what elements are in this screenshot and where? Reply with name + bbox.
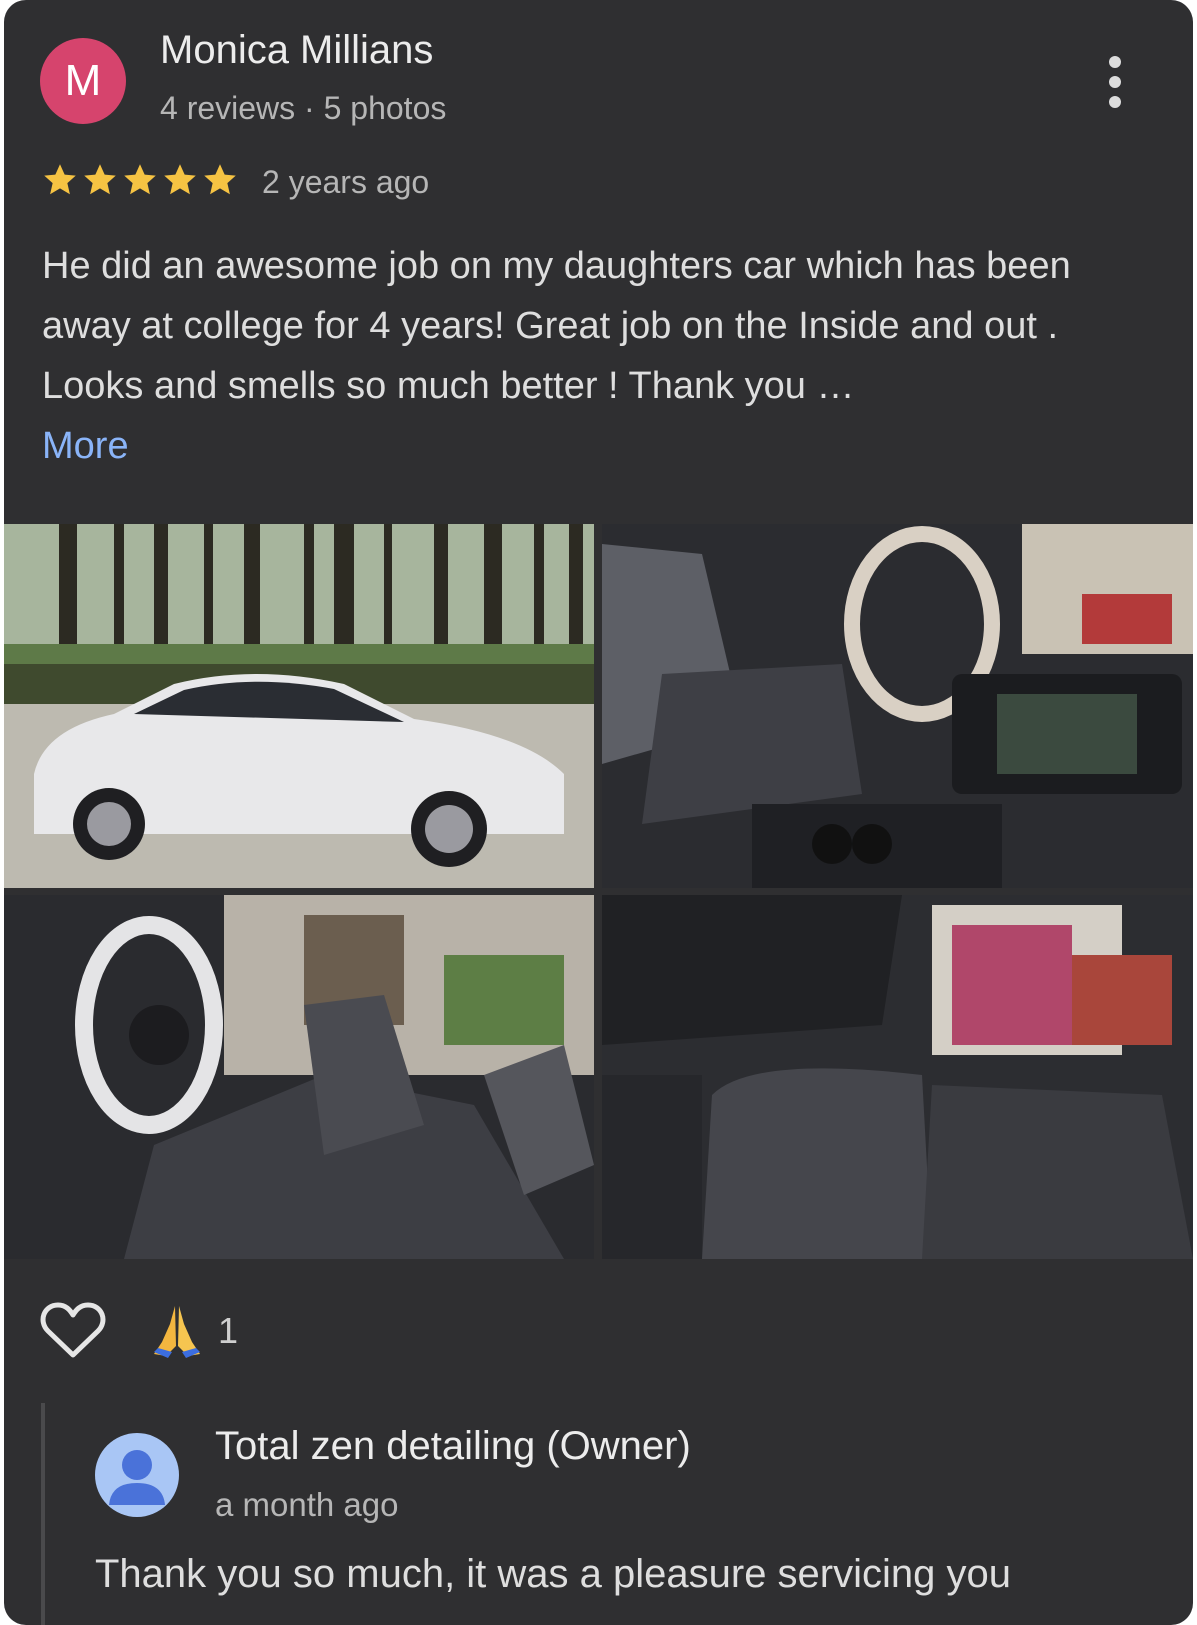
more-options-icon[interactable] — [1102, 52, 1128, 112]
star-icon — [204, 163, 236, 194]
star-icon — [44, 163, 76, 194]
steering-wheel-photo — [4, 895, 594, 1259]
author-name[interactable]: Monica Millians — [160, 28, 433, 73]
review-photo[interactable] — [602, 895, 1193, 1259]
author-avatar[interactable]: M — [40, 38, 126, 124]
author-meta: 4 reviews · 5 photos — [160, 90, 447, 126]
avatar-letter: M — [64, 56, 102, 105]
praying-hands-icon[interactable] — [148, 1302, 206, 1360]
reply-divider — [41, 1403, 45, 1625]
heart-outline-icon[interactable] — [40, 1301, 106, 1361]
car-interior-front-photo — [602, 524, 1193, 888]
owner-reply-time: a month ago — [215, 1486, 399, 1523]
review-photo[interactable] — [602, 524, 1193, 888]
star-icon — [84, 163, 116, 194]
review-card: M Monica Millians 4 reviews · 5 photos 2… — [4, 0, 1193, 1625]
owner-avatar[interactable] — [95, 1433, 179, 1517]
owner-reply-text: Thank you so much, it was a pleasure ser… — [95, 1552, 1011, 1596]
star-icon — [124, 163, 156, 194]
rear-seat-photo — [602, 895, 1193, 1259]
review-photo[interactable] — [4, 895, 594, 1259]
photo-grid — [4, 524, 1193, 1259]
review-photo[interactable] — [4, 524, 594, 888]
car-exterior-photo — [4, 524, 594, 888]
rating-row: 2 years ago — [42, 160, 429, 204]
owner-name: Total zen detailing (Owner) — [215, 1424, 691, 1468]
reactions-row: 1 — [40, 1298, 238, 1364]
review-time: 2 years ago — [262, 163, 430, 200]
review-text: He did an awesome job on my daughters ca… — [42, 236, 1152, 476]
person-icon — [109, 1450, 165, 1505]
review-body: He did an awesome job on my daughters ca… — [42, 245, 1071, 407]
reaction-count: 1 — [218, 1310, 239, 1351]
star-icon — [164, 163, 196, 194]
more-link[interactable]: More — [42, 425, 129, 467]
star-rating — [42, 162, 242, 203]
